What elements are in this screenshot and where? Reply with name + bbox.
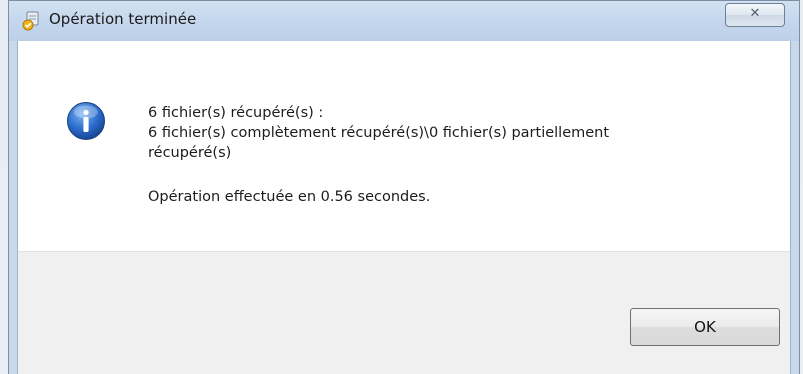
screen: Opération terminée ✕ 6 fichier(s) récupé… [0,0,803,374]
close-button[interactable]: ✕ [725,3,785,27]
duration-message: Opération effectuée en 0.56 secondes. [148,189,431,205]
close-icon: ✕ [749,6,761,21]
ok-button[interactable]: OK [630,308,780,346]
message-dialog: Opération terminée ✕ 6 fichier(s) récupé… [8,0,800,374]
ok-button-label: OK [694,318,716,336]
title-bar[interactable]: Opération terminée ✕ [9,1,799,41]
message-line: 6 fichier(s) récupéré(s) : [148,105,324,121]
message-line: récupéré(s) [148,145,232,161]
recovery-app-icon [22,11,39,31]
button-bar: OK [18,251,790,374]
message-text: 6 fichier(s) récupéré(s) : 6 fichier(s) … [148,103,609,207]
dialog-content: 6 fichier(s) récupéré(s) : 6 fichier(s) … [17,41,791,374]
info-icon [67,102,105,140]
window-title: Opération terminée [49,10,197,28]
message-line: 6 fichier(s) complètement récupéré(s)\0 … [148,125,610,141]
